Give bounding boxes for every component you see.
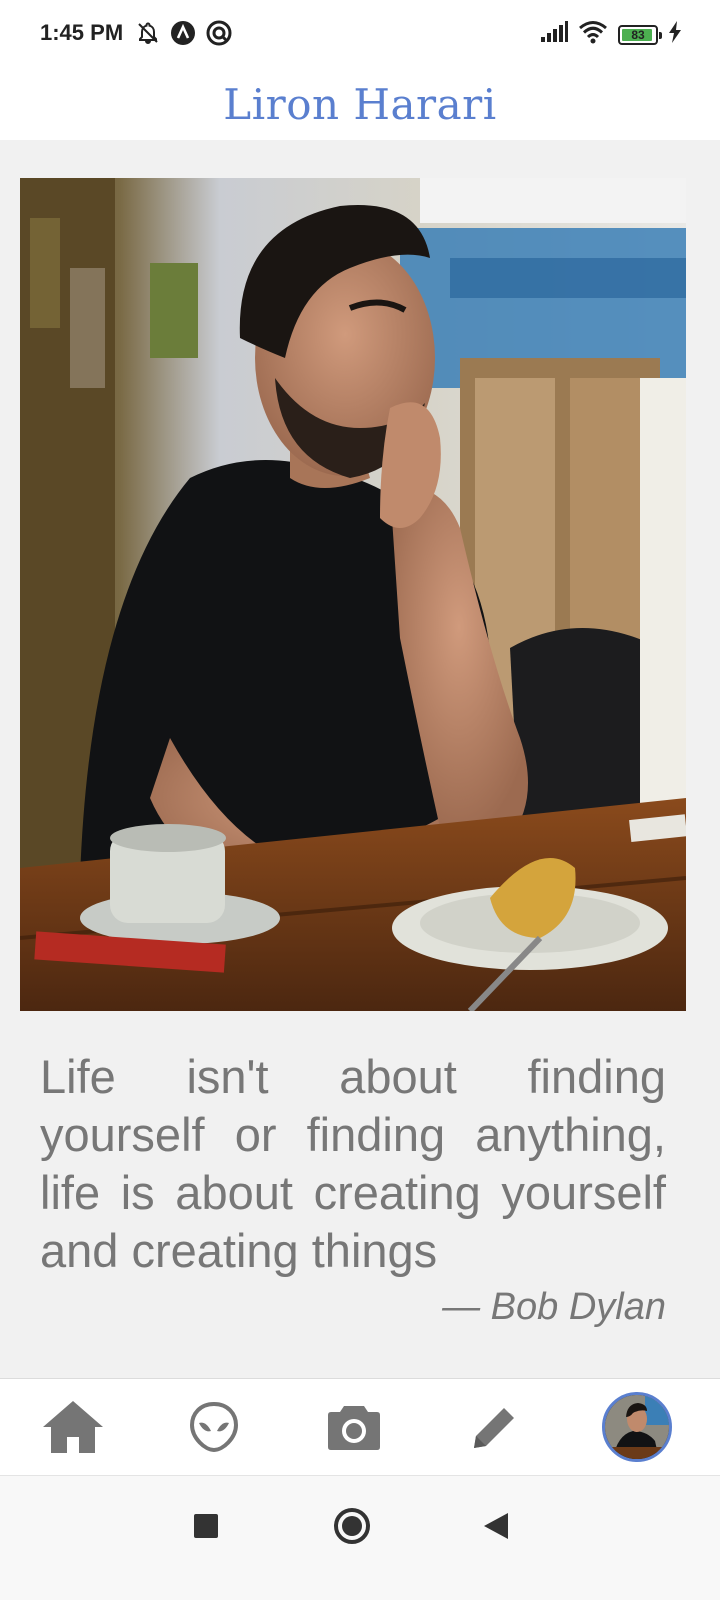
nav-alien-button[interactable] bbox=[181, 1394, 247, 1460]
quote-author: — Bob Dylan bbox=[442, 1286, 666, 1328]
battery-icon: 83 bbox=[618, 24, 662, 45]
home-icon bbox=[43, 1400, 103, 1453]
back-button[interactable] bbox=[474, 1504, 518, 1548]
app-circle-icon bbox=[206, 20, 232, 51]
signal-icon bbox=[540, 21, 568, 48]
bottom-nav bbox=[0, 1378, 720, 1474]
charging-icon bbox=[668, 21, 682, 48]
status-right-icons: 83 bbox=[540, 20, 682, 49]
status-time: 1:45 PM bbox=[40, 20, 124, 45]
nav-edit-button[interactable] bbox=[462, 1394, 528, 1460]
nav-home-button[interactable] bbox=[40, 1394, 106, 1460]
main-content: Life isn't about finding yourself or fin… bbox=[0, 140, 720, 1378]
status-bar: 1:45 PM 83 bbox=[0, 0, 720, 68]
avatar-image bbox=[605, 1394, 669, 1459]
pencil-icon bbox=[473, 1403, 518, 1448]
wifi-icon bbox=[578, 20, 608, 49]
system-nav-bar bbox=[0, 1475, 720, 1600]
app-header: Liron Harari bbox=[0, 68, 720, 140]
profile-photo bbox=[20, 178, 686, 1011]
status-left-icons bbox=[136, 20, 232, 51]
recents-button[interactable] bbox=[184, 1504, 228, 1548]
battery-level: 83 bbox=[631, 27, 645, 42]
page-title: Liron Harari bbox=[223, 79, 497, 129]
home-circle-icon bbox=[334, 1508, 370, 1544]
back-triangle-icon bbox=[484, 1513, 508, 1539]
quote-text: Life isn't about finding yourself or fin… bbox=[40, 1050, 666, 1277]
alien-icon bbox=[189, 1401, 238, 1452]
nav-camera-button[interactable] bbox=[321, 1394, 387, 1460]
profile-photo-illustration bbox=[20, 178, 686, 1011]
recents-square-icon bbox=[194, 1514, 218, 1538]
camera-icon bbox=[328, 1405, 380, 1450]
app-a-icon bbox=[170, 20, 196, 51]
avatar[interactable] bbox=[602, 1391, 672, 1462]
system-home-button[interactable] bbox=[330, 1504, 374, 1548]
notifications-off-icon bbox=[136, 21, 160, 50]
